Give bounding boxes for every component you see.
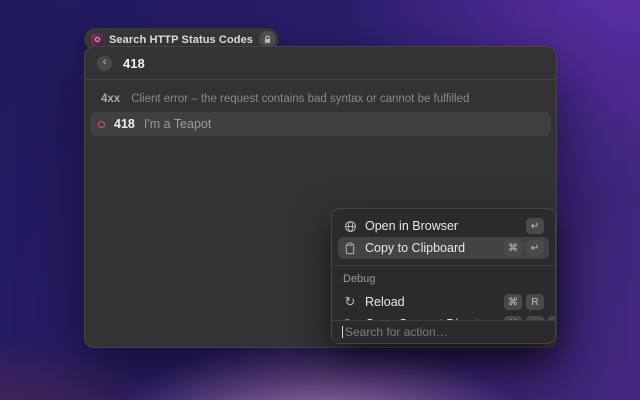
window-header: ‹ 418	[85, 47, 556, 80]
status-class-label: 4xx	[101, 93, 120, 105]
action-label: Copy to Clipboard	[365, 241, 496, 255]
back-button[interactable]: ‹	[97, 56, 112, 71]
panel-divider	[332, 265, 555, 266]
key-cmd: ⌘	[504, 294, 522, 310]
key-return: ↵	[526, 218, 544, 234]
action-search-field[interactable]: Search for action…	[332, 320, 555, 343]
key-r: R	[526, 294, 544, 310]
status-ring-icon	[98, 121, 105, 128]
result-title: I'm a Teapot	[144, 117, 211, 131]
action-label: Reload	[365, 295, 496, 309]
reload-icon: ↻	[343, 294, 357, 310]
section-header: 4xx Client error – the request contains …	[85, 80, 556, 105]
action-copy-to-clipboard[interactable]: Copy to Clipboard ⌘ ↵	[338, 237, 549, 259]
search-query[interactable]: 418	[123, 56, 145, 71]
action-panel: Open in Browser ↵ Copy to Clipboard ⌘ ↵ …	[331, 208, 556, 344]
clipboard-icon	[343, 242, 357, 255]
action-open-in-browser[interactable]: Open in Browser ↵	[338, 215, 549, 237]
key-cmd: ⌘	[504, 240, 522, 256]
globe-icon	[343, 220, 357, 233]
status-class-description: Client error – the request contains bad …	[131, 93, 469, 105]
text-cursor	[342, 326, 343, 338]
extension-icon	[91, 34, 103, 46]
action-search-placeholder: Search for action…	[345, 325, 448, 339]
debug-section-label: Debug	[332, 271, 555, 291]
action-list: Open in Browser ↵ Copy to Clipboard ⌘ ↵ …	[332, 209, 555, 320]
result-code: 418	[114, 117, 135, 131]
action-reload[interactable]: ↻ Reload ⌘ R	[338, 291, 549, 313]
extension-title: Search HTTP Status Codes	[109, 34, 253, 46]
action-open-support-directory[interactable]: Open Support Directory ⌘ ⇧ S	[338, 313, 549, 320]
action-label: Open in Browser	[365, 219, 518, 233]
key-return: ↵	[526, 240, 544, 256]
result-row-418[interactable]: 418 I'm a Teapot	[90, 112, 551, 136]
